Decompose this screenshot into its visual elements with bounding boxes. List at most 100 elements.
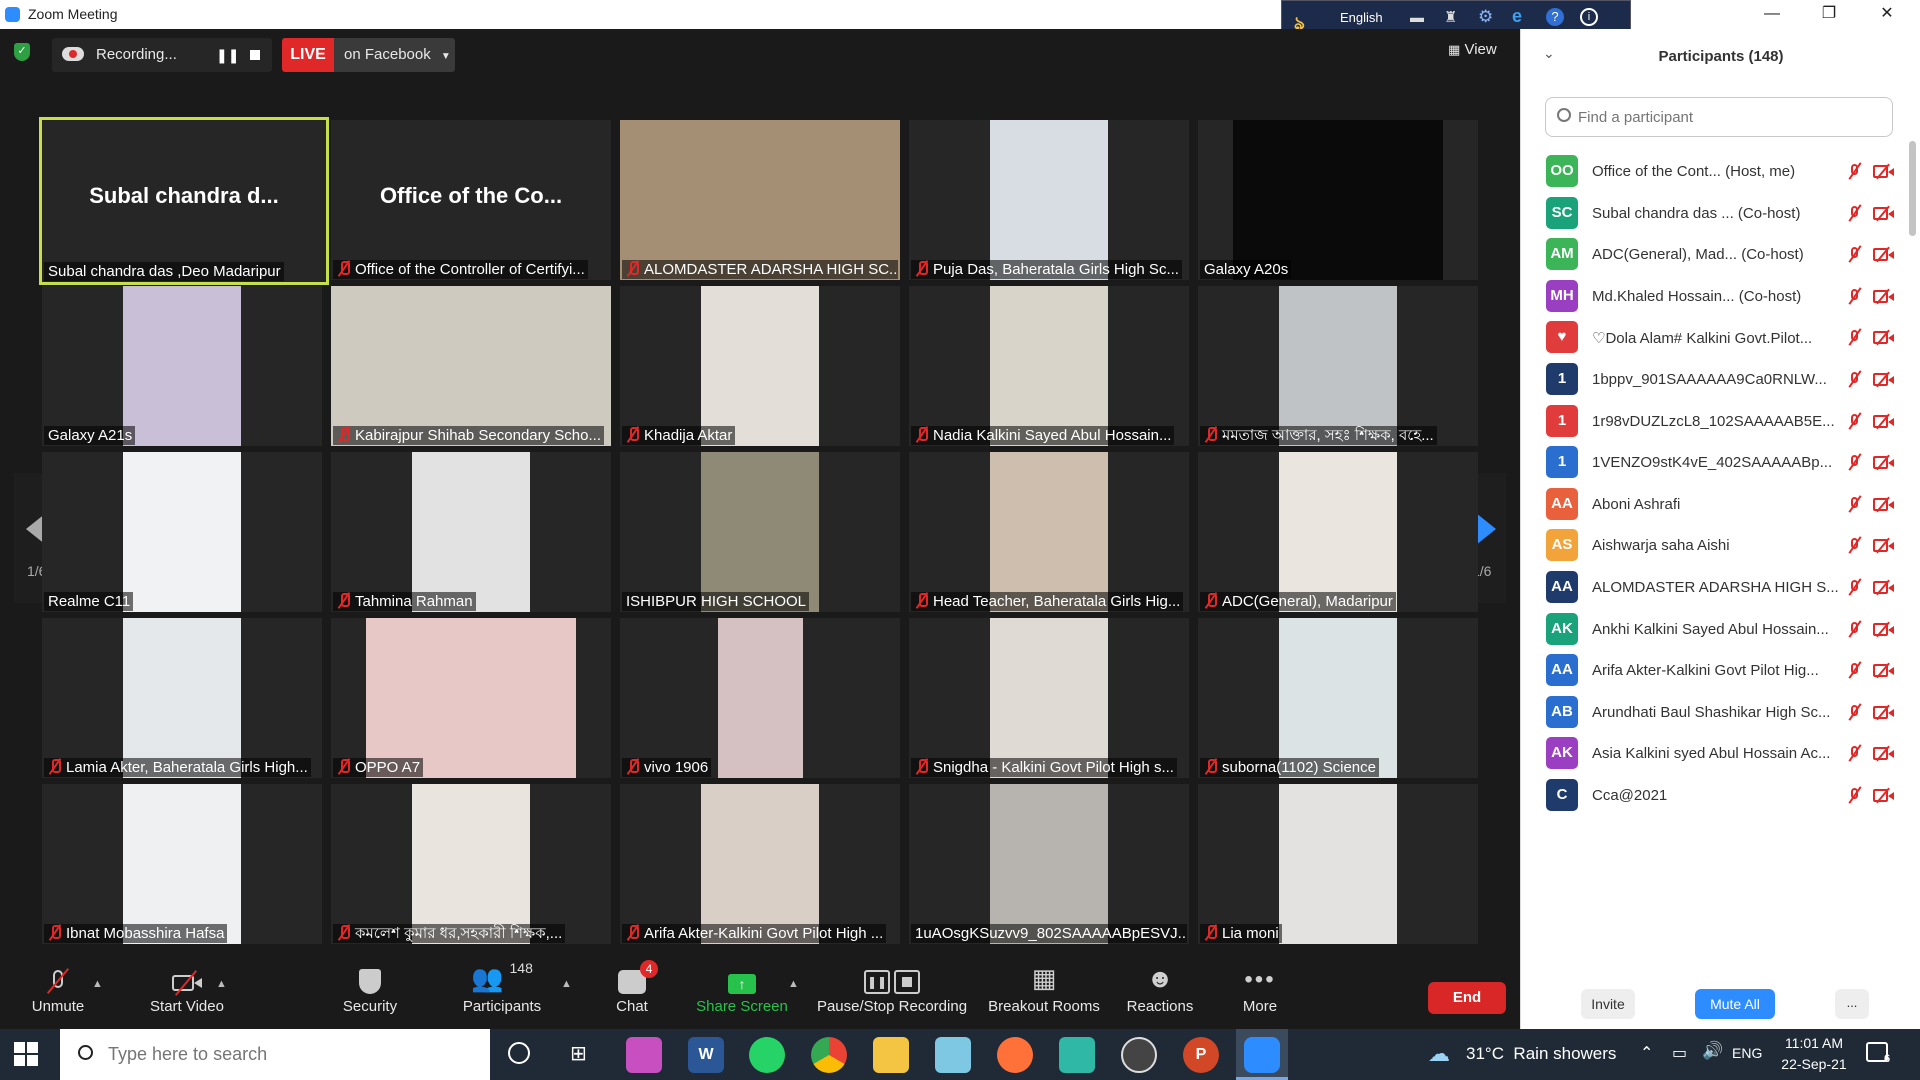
live-destination-dropdown[interactable]: on Facebook ▼ [334, 38, 455, 72]
participant-muted-mic-icon[interactable] [1847, 536, 1863, 555]
close-button[interactable]: ✕ [1864, 0, 1910, 29]
pause-stop-recording-button[interactable]: ❚❚ Pause/Stop Recording [812, 954, 972, 1029]
participant-video-off-icon[interactable] [1873, 413, 1895, 430]
participant-search[interactable] [1545, 97, 1893, 137]
participant-search-input[interactable] [1578, 106, 1878, 128]
participant-video-off-icon[interactable] [1873, 621, 1895, 638]
video-tile[interactable]: 1uAOsgKSuzvv9_802SAAAAABpESVJ... [909, 784, 1189, 944]
participant-row[interactable]: AS Aishwarja saha Aishi [1521, 525, 1920, 567]
participant-muted-mic-icon[interactable] [1847, 328, 1863, 347]
view-button[interactable]: ▦ View [1448, 41, 1497, 58]
firefox-icon[interactable] [997, 1037, 1033, 1073]
video-tile[interactable]: ALOMDASTER ADARSHA HIGH SC... [620, 120, 900, 280]
participant-video-off-icon[interactable] [1873, 787, 1895, 804]
gear-icon[interactable]: ⚙ [1478, 7, 1493, 27]
participant-video-off-icon[interactable] [1873, 496, 1895, 513]
video-tile[interactable]: Puja Das, Baheratala Girls High Sc... [909, 120, 1189, 280]
video-tile[interactable]: Realme C11 [42, 452, 322, 612]
participant-muted-mic-icon[interactable] [1847, 370, 1863, 388]
video-tile[interactable]: Ibnat Mobasshira Hafsa [42, 784, 322, 944]
video-tile[interactable]: কমলেশ কুমার ধর,সহকারী শিক্ষক,... [331, 784, 611, 944]
video-tile[interactable]: Subal chandra d... Subal chandra das ,Deo… [39, 117, 329, 285]
tray-chevron-icon[interactable]: ⌃ [1640, 1043, 1653, 1063]
participant-muted-mic-icon[interactable] [1847, 453, 1863, 471]
input-language[interactable]: ENG [1732, 1045, 1762, 1061]
participant-row[interactable]: SC Subal chandra das ... (Co-host) [1521, 193, 1920, 235]
video-tile[interactable]: Lamia Akter, Baheratala Girls High... [42, 618, 322, 778]
zoom-taskbar-icon[interactable] [1236, 1029, 1288, 1080]
obs-icon[interactable] [1121, 1037, 1157, 1073]
keyboard-icon[interactable]: ▬ [1410, 9, 1424, 25]
timeline-icon[interactable]: ⊞ [570, 1041, 587, 1066]
app-paint-icon[interactable] [626, 1037, 662, 1073]
participant-video-off-icon[interactable] [1873, 246, 1895, 263]
participant-video-off-icon[interactable] [1873, 205, 1895, 222]
maximize-button[interactable]: ❐ [1806, 0, 1852, 29]
video-tile[interactable]: ISHIBPUR HIGH SCHOOL [620, 452, 900, 612]
chrome-icon[interactable] [811, 1037, 847, 1073]
participant-row[interactable]: 1 1VENZO9stK4vE_402SAAAAABp... [1521, 442, 1920, 484]
participant-muted-mic-icon[interactable] [1847, 661, 1863, 679]
video-tile[interactable]: vivo 1906 [620, 618, 900, 778]
participant-muted-mic-icon[interactable] [1847, 495, 1863, 513]
unmute-button[interactable]: Unmute [20, 954, 96, 1029]
participant-row[interactable]: OO Office of the Cont... (Host, me) [1521, 151, 1920, 193]
powerpoint-icon[interactable]: P [1183, 1037, 1219, 1073]
participant-video-off-icon[interactable] [1873, 329, 1895, 346]
video-tile[interactable]: suborna(1102) Science [1198, 618, 1478, 778]
panel-more-button[interactable]: ... [1835, 989, 1869, 1019]
participant-video-off-icon[interactable] [1873, 704, 1895, 721]
participant-row[interactable]: C Cca@2021 [1521, 775, 1920, 817]
video-tile[interactable]: Nadia Kalkini Sayed Abul Hossain... [909, 286, 1189, 446]
breakout-rooms-button[interactable]: ▦ Breakout Rooms [982, 954, 1106, 1029]
app-pen-icon[interactable] [935, 1037, 971, 1073]
participant-row[interactable]: AK Ankhi Kalkini Sayed Abul Hossain... [1521, 609, 1920, 651]
participant-row[interactable]: AM ADC(General), Mad... (Co-host) [1521, 234, 1920, 276]
audio-options-caret-icon[interactable]: ▲ [92, 978, 103, 990]
video-tile[interactable]: Kabirajpur Shihab Secondary Scho... [331, 286, 611, 446]
weather-text[interactable]: 31°C Rain showers [1466, 1044, 1616, 1064]
file-explorer-icon[interactable] [873, 1037, 909, 1073]
tool-icon[interactable]: ♜ [1444, 8, 1457, 26]
video-tile[interactable]: Galaxy A21s [42, 286, 322, 446]
video-tile[interactable]: ADC(General), Madaripur [1198, 452, 1478, 612]
reactions-button[interactable]: ☻ Reactions [1120, 954, 1200, 1029]
participant-row[interactable]: AK Asia Kalkini syed Abul Hossain Ac... [1521, 733, 1920, 775]
participant-muted-mic-icon[interactable] [1847, 703, 1863, 721]
participant-video-off-icon[interactable] [1873, 745, 1895, 762]
info-icon[interactable]: i [1580, 8, 1598, 26]
invite-button[interactable]: Invite [1581, 989, 1635, 1019]
participants-button[interactable]: 👥 148 Participants [450, 954, 554, 1029]
live-badge[interactable]: LIVE [282, 38, 334, 72]
security-button[interactable]: Security [330, 954, 410, 1029]
video-tile[interactable]: Tahmina Rahman [331, 452, 611, 612]
pause-recording-icon[interactable]: ❚❚ [216, 47, 239, 64]
participant-video-off-icon[interactable] [1873, 163, 1895, 180]
participant-row[interactable]: ♥ ♡Dola Alam# Kalkini Govt.Pilot... [1521, 317, 1920, 359]
participant-row[interactable]: AA Aboni Ashrafi [1521, 484, 1920, 526]
minimize-button[interactable]: — [1749, 0, 1795, 29]
video-tile[interactable]: OPPO A7 [331, 618, 611, 778]
clock-time[interactable]: 11:01 AM [1778, 1035, 1850, 1051]
share-screen-button[interactable]: ↑ Share Screen [692, 954, 792, 1029]
participant-video-off-icon[interactable] [1873, 537, 1895, 554]
participant-muted-mic-icon[interactable] [1847, 162, 1863, 180]
start-button[interactable] [14, 1042, 38, 1066]
clock-date[interactable]: 22-Sep-21 [1778, 1056, 1850, 1072]
video-tile[interactable]: Office of the Co... Office of the Control… [331, 120, 611, 280]
participant-muted-mic-icon[interactable] [1847, 203, 1863, 222]
participant-video-off-icon[interactable] [1873, 371, 1895, 388]
chat-button[interactable]: 4 Chat [602, 954, 662, 1029]
more-button[interactable]: ••• More [1230, 954, 1290, 1029]
participant-row[interactable]: 1 1r98vDUZLzcL8_102SAAAAAB5E... [1521, 401, 1920, 443]
participant-muted-mic-icon[interactable] [1847, 786, 1863, 804]
participant-video-off-icon[interactable] [1873, 454, 1895, 471]
participant-muted-mic-icon[interactable] [1847, 411, 1863, 430]
video-tile[interactable]: Lia moni [1198, 784, 1478, 944]
volume-icon[interactable]: 🔊 [1702, 1041, 1723, 1061]
participant-muted-mic-icon[interactable] [1847, 619, 1863, 638]
participant-row[interactable]: AB Arundhati Baul Shashikar High Sc... [1521, 692, 1920, 734]
taskbar-search-input[interactable] [108, 1041, 468, 1067]
mute-all-button[interactable]: Mute All [1695, 989, 1775, 1019]
participant-video-off-icon[interactable] [1873, 288, 1895, 305]
